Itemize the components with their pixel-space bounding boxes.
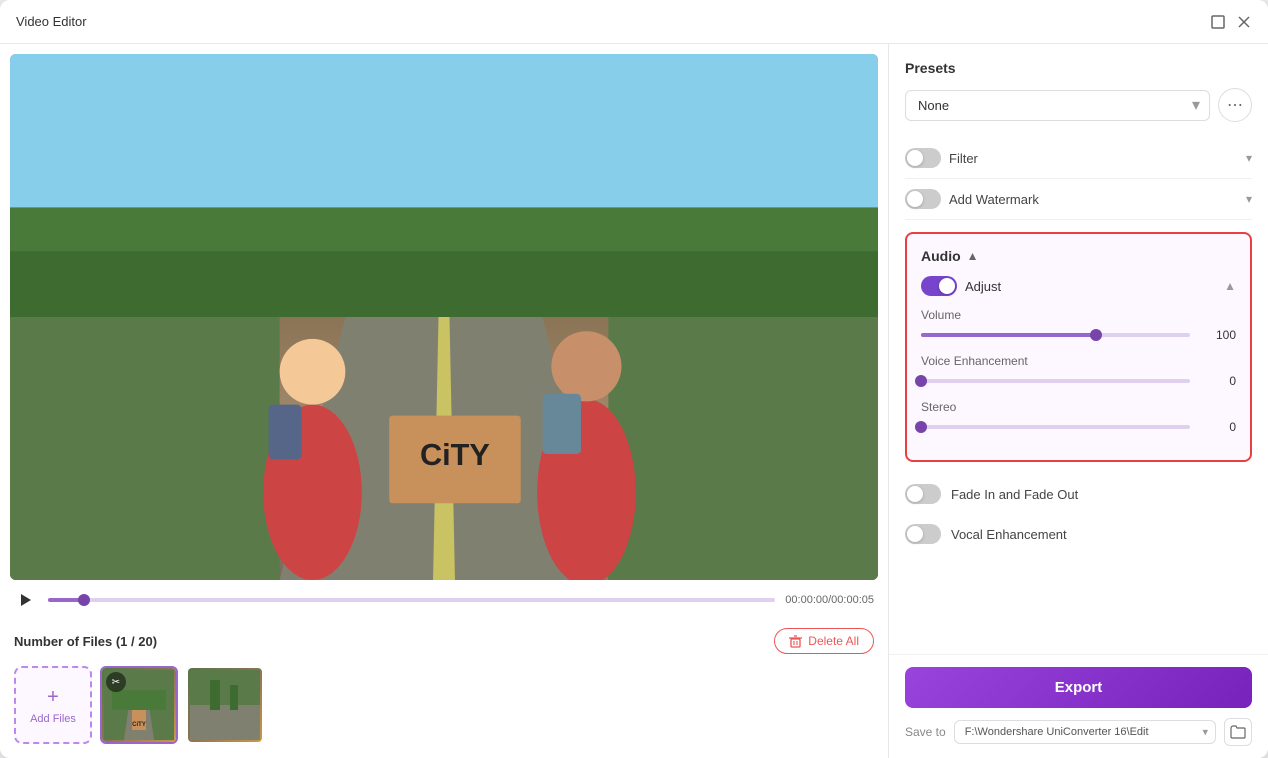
adjust-toggle[interactable] bbox=[921, 276, 957, 296]
watermark-toggle[interactable] bbox=[905, 189, 941, 209]
fade-label: Fade In and Fade Out bbox=[951, 487, 1078, 502]
stereo-slider[interactable] bbox=[921, 425, 1190, 429]
export-section: Export Save to F:\Wondershare UniConvert… bbox=[889, 654, 1268, 758]
video-section: CiTY bbox=[0, 44, 888, 758]
adjust-collapse-arrow[interactable]: ▲ bbox=[1224, 279, 1236, 293]
plus-icon: + bbox=[47, 686, 59, 709]
filter-toggle-group: Filter bbox=[905, 148, 978, 168]
volume-fill bbox=[921, 333, 1096, 337]
progress-bar[interactable] bbox=[48, 598, 775, 602]
stereo-row: Stereo 0 bbox=[921, 400, 1236, 434]
voice-enhancement-controls: 0 bbox=[921, 374, 1236, 388]
progress-handle[interactable] bbox=[78, 594, 90, 606]
thumb-scene-1: ✂ CiTY bbox=[102, 668, 176, 742]
add-files-label: Add Files bbox=[30, 713, 76, 725]
voice-enhancement-row: Voice Enhancement 0 bbox=[921, 354, 1236, 388]
vocal-label: Vocal Enhancement bbox=[951, 527, 1067, 542]
volume-slider[interactable] bbox=[921, 333, 1190, 337]
delete-all-label: Delete All bbox=[808, 634, 859, 648]
filter-label: Filter bbox=[949, 151, 978, 166]
preset-menu-button[interactable]: ⋯ bbox=[1218, 88, 1252, 122]
thumbnail-list: + Add Files ✂ CiTY bbox=[10, 662, 878, 748]
fade-toggle[interactable] bbox=[905, 484, 941, 504]
watermark-row: Add Watermark ▾ bbox=[905, 179, 1252, 220]
filter-dropdown-arrow[interactable]: ▾ bbox=[1246, 151, 1252, 165]
volume-value: 100 bbox=[1200, 328, 1236, 342]
right-panel: Presets None ▾ ⋯ bbox=[888, 44, 1268, 758]
vocal-toggle-knob bbox=[907, 526, 923, 542]
volume-label: Volume bbox=[921, 308, 1236, 322]
save-path-wrap: F:\Wondershare UniConverter 16\Edit ▾ bbox=[954, 720, 1216, 744]
trash-icon bbox=[789, 635, 802, 648]
volume-row: Volume 100 bbox=[921, 308, 1236, 342]
audio-collapse-arrow[interactable]: ▲ bbox=[967, 249, 979, 263]
presets-title: Presets bbox=[905, 60, 1252, 76]
voice-enhancement-label: Voice Enhancement bbox=[921, 354, 1236, 368]
watermark-toggle-knob bbox=[907, 191, 923, 207]
save-to-row: Save to F:\Wondershare UniConverter 16\E… bbox=[905, 718, 1252, 746]
svg-text:CiTY: CiTY bbox=[132, 722, 146, 728]
fade-toggle-knob bbox=[907, 486, 923, 502]
volume-handle[interactable] bbox=[1090, 329, 1102, 341]
presets-select[interactable]: None bbox=[905, 90, 1210, 121]
volume-controls: 100 bbox=[921, 328, 1236, 342]
thumb-scene-2 bbox=[188, 668, 262, 742]
voice-enhancement-value: 0 bbox=[1200, 374, 1236, 388]
adjust-label: Adjust bbox=[965, 279, 1001, 294]
browse-folder-button[interactable] bbox=[1224, 718, 1252, 746]
play-icon bbox=[21, 594, 31, 606]
video-controls: 00:00:00/00:00:05 bbox=[10, 580, 878, 620]
main-window: Video Editor bbox=[0, 0, 1268, 758]
right-panel-scroll[interactable]: Presets None ▾ ⋯ bbox=[889, 44, 1268, 654]
export-label: Export bbox=[1055, 679, 1103, 696]
stereo-label: Stereo bbox=[921, 400, 1236, 414]
audio-header: Audio ▲ bbox=[921, 248, 1236, 264]
main-content: CiTY bbox=[0, 44, 1268, 758]
thumbnail-item-2[interactable] bbox=[186, 666, 264, 744]
title-bar: Video Editor bbox=[0, 0, 1268, 44]
file-count: Number of Files (1 / 20) bbox=[14, 634, 157, 649]
audio-title-text: Audio bbox=[921, 248, 961, 264]
filter-toggle-knob bbox=[907, 150, 923, 166]
stereo-handle[interactable] bbox=[915, 421, 927, 433]
voice-enhancement-slider[interactable] bbox=[921, 379, 1190, 383]
stereo-value: 0 bbox=[1200, 420, 1236, 434]
watermark-label: Add Watermark bbox=[949, 192, 1039, 207]
svg-text:CiTY: CiTY bbox=[420, 437, 490, 472]
play-button[interactable] bbox=[14, 588, 38, 612]
folder-icon bbox=[1230, 725, 1246, 739]
video-preview: CiTY bbox=[10, 54, 878, 580]
video-scene: CiTY bbox=[10, 54, 878, 580]
adjust-toggle-knob bbox=[939, 278, 955, 294]
audio-title: Audio ▲ bbox=[921, 248, 979, 264]
export-button[interactable]: Export bbox=[905, 667, 1252, 708]
scissors-icon: ✂ bbox=[106, 672, 126, 692]
adjust-row: Adjust ▲ bbox=[921, 276, 1236, 296]
maximize-button[interactable] bbox=[1210, 14, 1226, 30]
adjust-group: Adjust bbox=[921, 276, 1001, 296]
fade-row: Fade In and Fade Out bbox=[905, 474, 1252, 514]
filter-toggle[interactable] bbox=[905, 148, 941, 168]
add-files-button[interactable]: + Add Files bbox=[14, 666, 92, 744]
delete-all-button[interactable]: Delete All bbox=[774, 628, 874, 654]
stereo-controls: 0 bbox=[921, 420, 1236, 434]
vocal-row: Vocal Enhancement bbox=[905, 514, 1252, 554]
vocal-toggle[interactable] bbox=[905, 524, 941, 544]
watermark-dropdown-arrow[interactable]: ▾ bbox=[1246, 192, 1252, 206]
filter-row: Filter ▾ bbox=[905, 138, 1252, 179]
thumbnail-item[interactable]: ✂ CiTY bbox=[100, 666, 178, 744]
time-display: 00:00:00/00:00:05 bbox=[785, 594, 874, 606]
watermark-toggle-group: Add Watermark bbox=[905, 189, 1039, 209]
voice-enhancement-handle[interactable] bbox=[915, 375, 927, 387]
audio-section: Audio ▲ Adjust ▲ bbox=[905, 232, 1252, 462]
presets-select-wrap: None ▾ bbox=[905, 90, 1210, 121]
close-button[interactable] bbox=[1236, 14, 1252, 30]
window-title: Video Editor bbox=[16, 14, 87, 29]
presets-row: None ▾ ⋯ bbox=[905, 88, 1252, 122]
save-path-select[interactable]: F:\Wondershare UniConverter 16\Edit bbox=[954, 720, 1216, 744]
save-to-label: Save to bbox=[905, 725, 946, 739]
title-bar-controls bbox=[1210, 14, 1252, 30]
file-bar: Number of Files (1 / 20) Delete All bbox=[10, 620, 878, 662]
